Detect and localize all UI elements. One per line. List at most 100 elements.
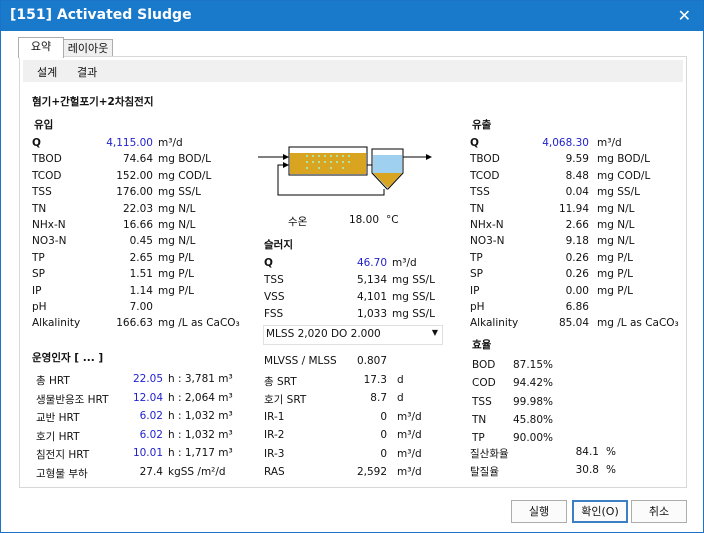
temperature-unit: °C [386, 214, 399, 226]
mid-row-value: 0 [380, 447, 387, 460]
influent-row-unit: mg N/L [158, 219, 196, 231]
sludge-row-label: Q [264, 257, 273, 269]
effluent-row-unit: m³/d [597, 137, 622, 149]
operation-row-label: 침전지 HRT [36, 449, 90, 461]
operation-row-value: 10.01 [132, 447, 163, 459]
effluent-row-value: 0.26 [565, 251, 589, 264]
operation-row-unit: h : 1,032 m³ [168, 410, 233, 422]
ok-button[interactable]: 확인(O) [572, 500, 628, 523]
efficiency-extra-label: 탈질율 [470, 466, 499, 478]
operation-row-value: 6.02 [139, 410, 163, 422]
operation-row-label: 호기 HRT [36, 430, 80, 443]
close-icon[interactable]: ✕ [678, 6, 691, 25]
effluent-row-unit: mg COD/L [597, 169, 651, 182]
temperature-label: 수온 [288, 216, 308, 228]
cancel-button[interactable]: 취소 [631, 500, 687, 523]
effluent-row-label: SP [470, 268, 483, 281]
influent-row-label: IP [32, 284, 42, 297]
influent-row-unit: mg P/L [158, 251, 194, 264]
operation-row-label: 교반 HRT [36, 412, 80, 424]
effluent-header: 유출 [472, 119, 492, 131]
efficiency-row-value: 99.98% [512, 395, 553, 408]
run-button[interactable]: 실행 [511, 500, 567, 523]
efficiency-extra-value: 30.8 [575, 464, 599, 476]
operation-row-label: 고형물 부하 [36, 467, 88, 480]
operation-row-value: 6.02 [139, 428, 163, 441]
influent-row-unit: mg N/L [158, 235, 196, 248]
mlss-do-value: MLSS 2,020 DO 2.000 [266, 328, 381, 340]
mid-row-label: MLVSS / MLSS [264, 355, 337, 367]
mlss-do-select[interactable]: MLSS 2,020 DO 2.000 ▼ [263, 325, 443, 345]
influent-row-value: 74.64 [122, 153, 153, 166]
mid-row-value: 0 [380, 410, 387, 423]
clarifier-sludge [373, 173, 402, 188]
sludge-row-unit: m³/d [392, 257, 417, 269]
sludge-row-value: 1,033 [356, 308, 387, 320]
outflow-arrow-icon [426, 154, 432, 160]
mid-row-value: 2,592 [356, 466, 387, 478]
effluent-row-label: NO3-N [470, 235, 505, 248]
influent-row-value: 2.65 [129, 251, 153, 264]
operation-row-value: 12.04 [132, 391, 163, 404]
effluent-row-unit: mg P/L [597, 284, 633, 297]
influent-row-unit: mg BOD/L [158, 153, 211, 166]
sludge-row-unit: mg SS/L [392, 291, 435, 303]
influent-row-label: pH [32, 301, 47, 313]
efficiency-extra-value: 84.1 [575, 446, 599, 458]
mid-row-label: IR-2 [264, 429, 285, 441]
chevron-down-icon[interactable]: ▼ [432, 328, 438, 337]
process-diagram [258, 146, 432, 196]
dialog-window: [151] Activated Sludge ✕ 요약 레이아웃 설계 결과 혐… [0, 0, 704, 533]
influent-row-value: 1.14 [129, 284, 153, 297]
influent-row-value: 7.00 [129, 301, 153, 313]
efficiency-row-label: TN [472, 413, 487, 426]
mid-row-label: RAS [264, 466, 285, 478]
effluent-row-unit: mg SS/L [597, 186, 640, 199]
influent-row-label: Q [32, 137, 41, 149]
sludge-row-value: 5,134 [356, 274, 387, 286]
effluent-row-label: TP [470, 251, 483, 264]
effluent-row-value: 2.66 [565, 219, 589, 231]
influent-row-label: TCOD [32, 169, 62, 182]
sludge-row-value: 46.70 [356, 257, 387, 269]
influent-row-value: 1.51 [129, 268, 153, 281]
efficiency-row-label: COD [472, 377, 496, 390]
effluent-row-label: TSS [470, 186, 490, 199]
mid-row-label: 호기 SRT [264, 394, 307, 406]
subtab-result[interactable]: 결과 [77, 64, 97, 80]
influent-row-value: 152.00 [116, 169, 153, 182]
efficiency-header: 효율 [472, 339, 492, 351]
operation-row-unit: kgSS /m²/d [168, 465, 226, 478]
effluent-row-value: 6.86 [565, 301, 589, 313]
efficiency-row-value: 45.80% [512, 413, 553, 426]
operation-row-unit: h : 3,781 m³ [168, 373, 233, 385]
effluent-row-label: TCOD [470, 169, 500, 182]
mid-row-value: 17.3 [363, 373, 387, 386]
mid-row-unit: d [397, 373, 404, 386]
effluent-row-value: 9.59 [565, 153, 589, 166]
influent-row-label: Alkalinity [32, 317, 81, 330]
effluent-row-unit: mg BOD/L [597, 153, 650, 166]
efficiency-row-label: BOD [472, 359, 496, 371]
tab-summary[interactable]: 요약 [18, 37, 64, 58]
effluent-row-value: 11.94 [558, 202, 589, 215]
influent-row-value: 16.66 [122, 219, 153, 231]
operation-row-value: 27.4 [139, 465, 163, 478]
operation-row-label: 총 HRT [36, 375, 70, 387]
effluent-row-unit: mg P/L [597, 251, 633, 264]
sludge-row-unit: mg SS/L [392, 308, 435, 320]
mid-row-unit: m³/d [397, 410, 422, 423]
influent-row-value: 4,115.00 [106, 137, 153, 149]
effluent-row-value: 0.04 [565, 186, 589, 199]
influent-row-value: 176.00 [116, 186, 153, 199]
subtab-design[interactable]: 설계 [37, 64, 57, 80]
influent-row-value: 166.63 [116, 317, 153, 330]
effluent-row-label: TN [470, 202, 485, 215]
title-bar: [151] Activated Sludge ✕ [1, 1, 703, 31]
subtab-bar: 설계 결과 [23, 60, 683, 82]
influent-row-unit: m³/d [158, 137, 183, 149]
effluent-row-unit: mg /L as CaCO₃ [597, 317, 679, 330]
influent-row-label: TP [32, 251, 45, 264]
operation-header[interactable]: 운영인자 [ ... ] [32, 350, 103, 365]
efficiency-extra-label: 질산화율 [470, 448, 509, 460]
